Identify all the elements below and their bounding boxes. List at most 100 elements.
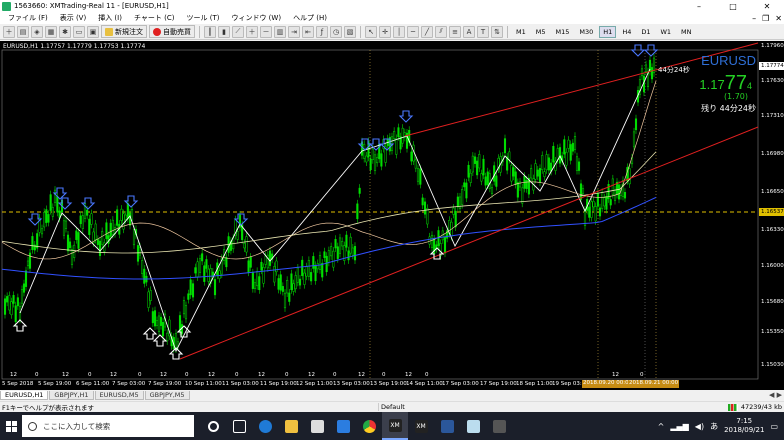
market-watch-icon[interactable]: ◈ [31,25,43,38]
menu-insert[interactable]: 挿入 (I) [92,13,128,23]
mdi-close-button[interactable]: ✕ [775,14,782,23]
app-icon-extra[interactable] [486,412,512,440]
candle-body [336,246,339,259]
timeframe-m30[interactable]: M30 [575,26,597,38]
price-tick: 1.17630 [761,78,784,84]
tab-gbpjpy-m5[interactable]: GBPJPY,M5 [144,390,190,400]
chart-shift-icon[interactable]: ⇤ [302,25,314,38]
tray-ime-icon[interactable]: あ [710,421,718,432]
file-explorer-icon[interactable] [278,412,304,440]
timeframe-m1[interactable]: M1 [512,26,530,38]
ma-fast-line [1,80,657,260]
menu-file[interactable]: ファイル (F) [2,13,54,23]
periods-icon[interactable]: ◷ [330,25,342,38]
timeframe-m15[interactable]: M15 [552,26,574,38]
candle-body [88,218,91,235]
cortana-icon[interactable] [200,412,226,440]
menu-chart[interactable]: チャート (C) [128,13,181,23]
autoscroll-icon[interactable]: ⇥ [288,25,300,38]
vline-icon[interactable]: │ [393,25,405,38]
timeframe-m5[interactable]: M5 [532,26,550,38]
start-button[interactable] [0,412,22,440]
zoom-in-icon[interactable]: ＋ [246,25,258,38]
timeframe-w1[interactable]: W1 [656,26,675,38]
candle-body [201,253,204,262]
tab-gbpjpy-h1[interactable]: GBPJPY,H1 [49,390,94,400]
candle-body [414,159,417,169]
tester-icon[interactable]: ▣ [87,25,99,38]
bid-price-pips: 77 [724,72,747,94]
tab-scroll-arrows-icon[interactable]: ◀ ▶ [769,391,782,399]
mail-icon[interactable] [330,412,356,440]
auto-trade-button[interactable]: 自動売買 [149,25,195,38]
window-controls: – □ ✕ [682,0,784,12]
candle-body [327,250,330,263]
maximize-button[interactable]: □ [716,0,750,12]
hour-label: 12 [10,372,17,378]
indicators-icon[interactable]: ƒ [316,25,328,38]
zoom-out-icon[interactable]: － [260,25,272,38]
xm-mt4-icon-2[interactable]: XM [408,412,434,440]
data-window-icon[interactable]: ▦ [45,25,57,38]
new-order-button[interactable]: 新規注文 [101,25,147,38]
timeframe-d1[interactable]: D1 [637,26,654,38]
profiles-icon[interactable]: ▤ [17,25,29,38]
hour-label: 12 [405,372,412,378]
hline-icon[interactable]: ─ [407,25,419,38]
templates-icon[interactable]: ▧ [344,25,356,38]
taskbar-search[interactable]: ここに入力して検索 [22,415,194,437]
navigator-icon[interactable]: ✱ [59,25,71,38]
channel-icon[interactable]: ⫽ [435,25,447,38]
candle-body [203,265,206,282]
tray-up-arrow-icon[interactable]: ^ [658,422,665,431]
menu-view[interactable]: 表示 (V) [54,13,92,23]
bar-chart-icon[interactable]: ┃ [204,25,216,38]
cursor-icon[interactable]: ↖ [365,25,377,38]
candle-body [155,320,159,326]
text-icon[interactable]: A [463,25,475,38]
trendline-icon[interactable]: ╱ [421,25,433,38]
store-icon[interactable] [304,412,330,440]
terminal-icon[interactable]: ▭ [73,25,85,38]
tile-icon[interactable]: ▥ [274,25,286,38]
candle-body [644,64,648,72]
candle-body [251,272,254,289]
fibo-icon[interactable]: ≡ [449,25,461,38]
candle-body [410,151,413,162]
price-chart[interactable]: 12 0 12 0 12 0 12 0 12 0 12 0 12 0 12 0 12 0 12 0 [0,41,784,390]
taskbar-clock[interactable]: 7:15 2018/09/21 [724,417,764,435]
mdi-minimize-button[interactable]: – [752,14,756,23]
menu-window[interactable]: ウィンドウ (W) [225,13,287,23]
candle-chart-icon[interactable]: ▮ [218,25,230,38]
tray-volume-icon[interactable]: ◀) [695,422,704,431]
candle-body [419,168,422,185]
candle-body [349,236,352,254]
new-chart-icon[interactable]: ＋ [3,25,15,38]
timeframe-mn[interactable]: MN [677,26,695,38]
tab-eurusd-h1[interactable]: EURUSD,H1 [0,390,49,400]
xm-mt4-icon-1[interactable]: XM [382,412,408,440]
mdi-restore-button[interactable]: ❐ [762,14,769,23]
menu-help[interactable]: ヘルプ (H) [287,13,333,23]
menu-tools[interactable]: ツール (T) [180,13,225,23]
chrome-icon[interactable] [356,412,382,440]
tab-eurusd-m5[interactable]: EURUSD,M5 [94,390,144,400]
minimize-button[interactable]: – [682,0,716,12]
timeframe-h1[interactable]: H1 [599,25,617,38]
candle-body [603,197,606,207]
word-icon[interactable] [434,412,460,440]
timeframe-h4[interactable]: H4 [618,26,635,38]
hour-label: 12 [358,372,365,378]
edge-icon[interactable] [252,412,278,440]
task-view-icon[interactable] [226,412,252,440]
tray-network-icon[interactable]: ▂▄▆ [670,422,688,431]
crosshair-icon[interactable]: ✛ [379,25,391,38]
label-icon[interactable]: T [477,25,489,38]
notification-icon[interactable]: ▭ [770,422,778,431]
candle-body [189,279,192,296]
notepad-icon[interactable] [460,412,486,440]
chart-window[interactable]: 12 0 12 0 12 0 12 0 12 0 12 0 12 0 12 0 12 0 12 0 EURUSD,H1… [0,41,784,390]
arrows-icon[interactable]: ⇅ [491,25,503,38]
line-chart-icon[interactable]: ⟋ [232,25,244,38]
close-button[interactable]: ✕ [750,0,784,12]
